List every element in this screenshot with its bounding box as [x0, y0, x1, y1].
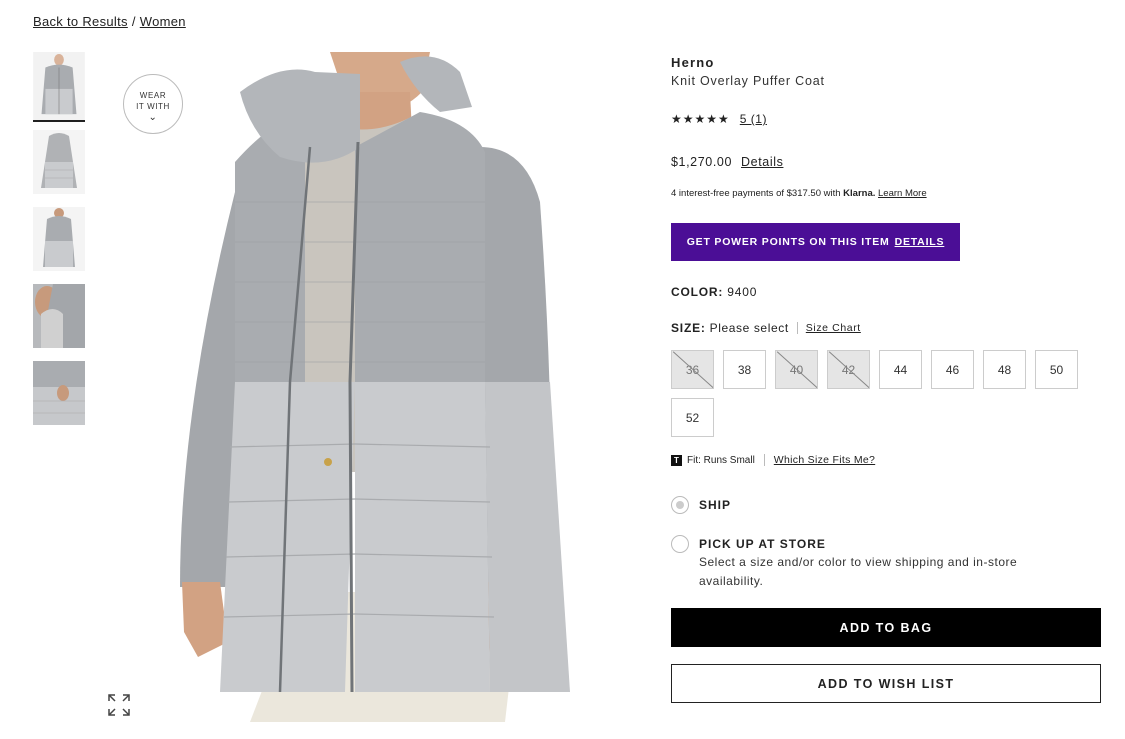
thumbnail-2[interactable]	[33, 130, 85, 194]
expand-image-icon[interactable]	[108, 694, 130, 716]
which-size-fits-link[interactable]: Which Size Fits Me?	[774, 454, 875, 466]
product-brand[interactable]: Herno	[671, 55, 1101, 70]
ship-label: SHIP	[699, 498, 732, 512]
thumbnail-1[interactable]	[33, 52, 85, 122]
size-prompt: Please select	[709, 321, 789, 335]
size-options: 36 38 40 42 44 46 48 50 52	[671, 350, 1091, 437]
pickup-label: PICK UP AT STORE	[699, 537, 826, 551]
back-to-results-link[interactable]: Back to Results	[33, 14, 128, 29]
thumbnail-image	[33, 361, 85, 425]
size-option-36[interactable]: 36	[671, 350, 714, 389]
divider	[763, 454, 765, 466]
size-option-46[interactable]: 46	[931, 350, 974, 389]
size-option-52[interactable]: 52	[671, 398, 714, 437]
pickup-radio[interactable]	[671, 535, 689, 553]
price-row: $1,270.00 Details	[671, 155, 1101, 169]
thumbnail-5[interactable]	[33, 361, 85, 425]
klarna-learn-more-link[interactable]: Learn More	[878, 188, 927, 199]
klarna-text: 4 interest-free payments of $317.50 with	[671, 188, 841, 199]
product-info-panel: Herno Knit Overlay Puffer Coat ★★★★★ 5 (…	[671, 52, 1101, 703]
coat-photo	[100, 52, 655, 722]
power-points-details-link[interactable]: DETAILS	[895, 236, 945, 248]
breadcrumb-separator: /	[131, 14, 136, 29]
thumbnail-image	[33, 207, 85, 271]
size-option-42[interactable]: 42	[827, 350, 870, 389]
star-rating-icon: ★★★★★	[671, 112, 730, 126]
thumbnail-image	[33, 130, 85, 194]
true-fit-icon: T	[671, 454, 682, 466]
reviews-link[interactable]: 5 (1)	[740, 112, 767, 126]
thumbnail-image	[33, 52, 85, 120]
ship-radio[interactable]	[671, 496, 689, 514]
breadcrumb: Back to Results / Women	[33, 14, 186, 29]
color-row: COLOR: 9400	[671, 285, 1101, 299]
thumbnail-3[interactable]	[33, 207, 85, 271]
add-to-bag-button[interactable]: ADD TO BAG	[671, 608, 1101, 647]
pickup-option[interactable]: PICK UP AT STORE Select a size and/or co…	[671, 535, 1101, 591]
power-points-text: GET POWER POINTS ON THIS ITEM	[686, 236, 890, 248]
wear-it-with-button[interactable]: WEAR IT WITH ⌄	[123, 74, 183, 134]
size-option-44[interactable]: 44	[879, 350, 922, 389]
product-main-image[interactable]	[100, 52, 655, 722]
size-option-48[interactable]: 48	[983, 350, 1026, 389]
breadcrumb-women-link[interactable]: Women	[140, 14, 186, 29]
add-to-wish-list-button[interactable]: ADD TO WISH LIST	[671, 664, 1101, 703]
chevron-down-icon: ⌄	[148, 112, 158, 123]
thumbnail-4[interactable]	[33, 284, 85, 348]
product-price: $1,270.00	[671, 155, 733, 169]
wear-it-with-line1: WEAR	[139, 91, 167, 100]
size-option-38[interactable]: 38	[723, 350, 766, 389]
klarna-message: 4 interest-free payments of $317.50 with…	[671, 188, 1101, 199]
thumbnail-image	[33, 284, 85, 348]
product-name: Knit Overlay Puffer Coat	[671, 74, 825, 88]
color-value: 9400	[727, 285, 758, 299]
color-label: COLOR:	[671, 285, 724, 299]
power-points-banner[interactable]: GET POWER POINTS ON THIS ITEM DETAILS	[671, 223, 960, 261]
fit-text: Fit: Runs Small	[687, 454, 755, 466]
ship-option[interactable]: SHIP	[671, 496, 1101, 514]
fit-row: T Fit: Runs Small Which Size Fits Me?	[671, 454, 1101, 466]
size-label: SIZE:	[671, 321, 706, 335]
pickup-note: Select a size and/or color to view shipp…	[699, 555, 1018, 588]
wear-it-with-line2: IT WITH	[136, 102, 170, 111]
size-row: SIZE: Please select Size Chart	[671, 321, 1101, 335]
rating-row: ★★★★★ 5 (1)	[671, 112, 1101, 126]
size-chart-link[interactable]: Size Chart	[806, 322, 861, 334]
thumbnail-list	[33, 52, 85, 438]
price-details-link[interactable]: Details	[741, 155, 783, 169]
size-option-40[interactable]: 40	[775, 350, 818, 389]
size-option-50[interactable]: 50	[1035, 350, 1078, 389]
klarna-logo: Klarna.	[843, 188, 876, 199]
divider	[796, 322, 798, 334]
